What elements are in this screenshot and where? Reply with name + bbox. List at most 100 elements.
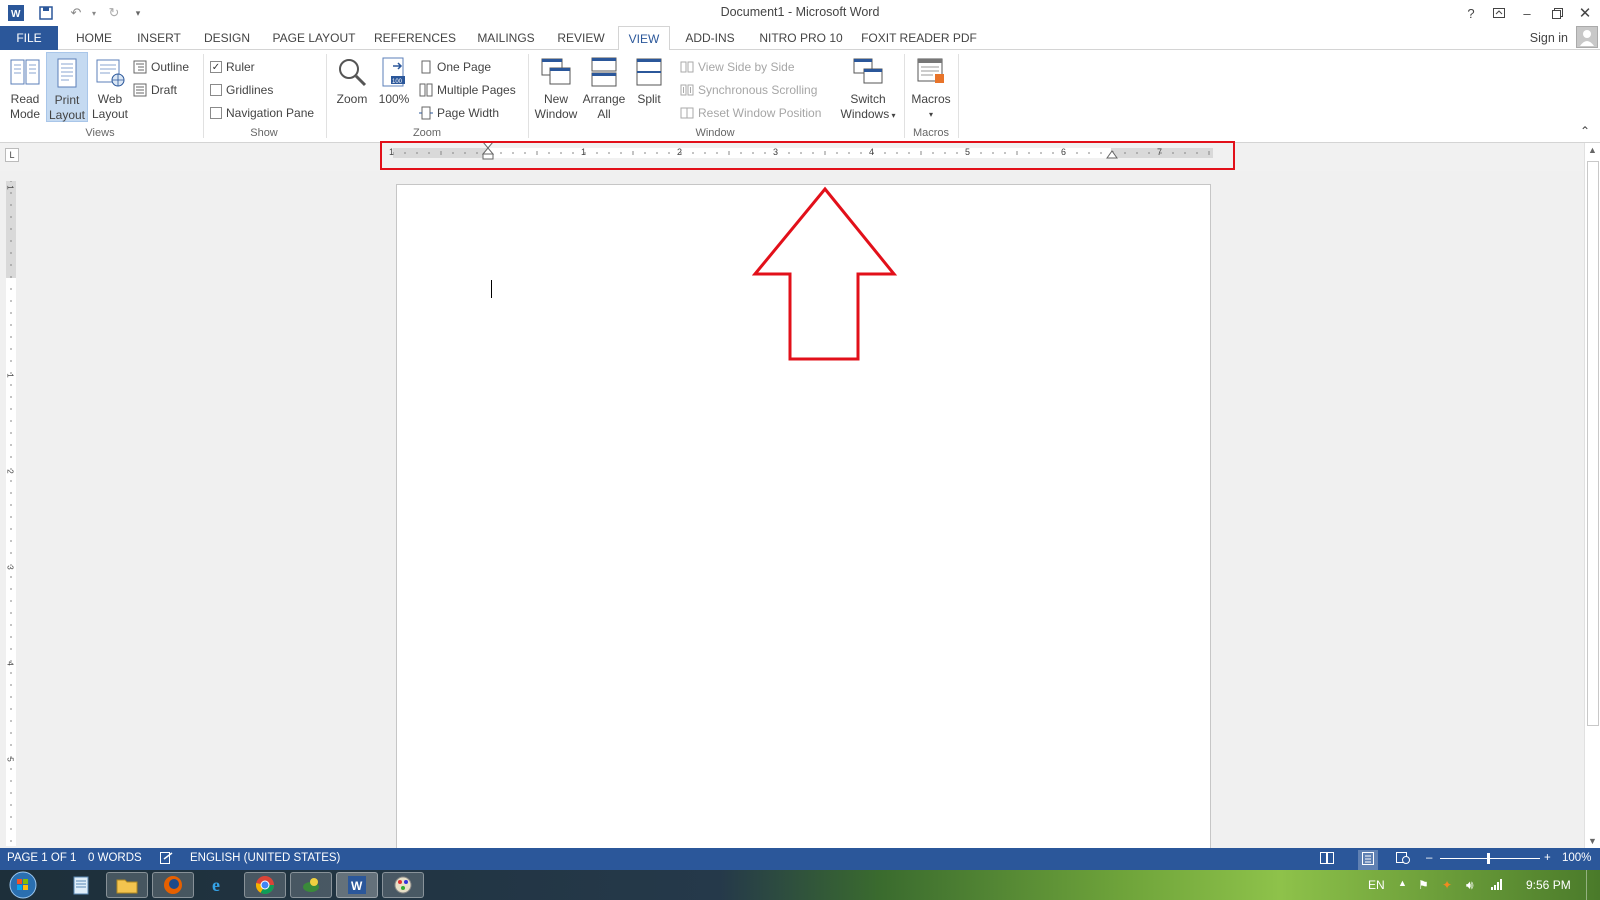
tab-references[interactable]: REFERENCES [372,26,458,50]
ribbon: Read Mode Print Layout Web Layout Outlin… [0,50,1600,143]
tab-page-layout[interactable]: PAGE LAYOUT [268,26,360,50]
group-separator [958,54,959,138]
zoom-slider-thumb[interactable] [1487,853,1490,864]
ruler-checkbox[interactable]: ✓ Ruler [210,57,255,77]
zoom-slider[interactable] [1440,858,1540,859]
zoom-in-icon[interactable]: + [1544,852,1551,864]
tab-view[interactable]: VIEW [618,26,670,51]
tray-app-icon[interactable]: ✦ [1442,878,1452,892]
print-layout-view-icon[interactable] [1358,850,1378,870]
title-bar: W ↶ ▾ ↻ ▾ Document1 - Microsoft Word ? –… [0,0,1600,26]
show-group-label: Show [250,127,278,139]
taskbar-notepad-icon[interactable] [60,872,102,898]
taskbar-word-icon[interactable]: W [336,872,378,898]
tab-design[interactable]: DESIGN [198,26,256,50]
tab-add-ins[interactable]: ADD-INS [680,26,740,50]
word-count[interactable]: 0 WORDS [88,852,142,864]
arrange-all-button[interactable]: Arrange All [580,52,628,122]
group-separator [326,54,327,138]
side-by-side-icon [680,60,694,74]
web-layout-button[interactable]: Web Layout [89,52,131,122]
taskbar-paint-icon[interactable] [382,872,424,898]
taskbar-app-icon[interactable] [290,872,332,898]
action-center-flag-icon[interactable]: ⚑ [1418,878,1429,892]
tab-nitro-pro[interactable]: NITRO PRO 10 [756,26,846,50]
tab-mailings[interactable]: MAILINGS [470,26,542,50]
vertical-scrollbar[interactable]: ▲ ▼ [1584,143,1600,848]
vruler-number: 5 [5,757,15,762]
language-indicator[interactable]: ENGLISH (UNITED STATES) [190,852,340,864]
proofing-icon[interactable] [160,852,173,867]
tab-foxit-reader-pdf[interactable]: FOXIT READER PDF [860,26,978,50]
page-width-icon [419,106,433,120]
collapse-ribbon-icon[interactable]: ⌃ [1580,124,1590,138]
page-count[interactable]: PAGE 1 OF 1 [7,852,76,864]
ribbon-display-options-icon[interactable] [1488,3,1510,23]
gridlines-checkbox[interactable]: Gridlines [210,80,273,100]
up-arrow-annotation-icon [752,186,898,361]
zoom-level[interactable]: 100% [1562,852,1591,864]
magnifier-icon [336,56,368,88]
tab-file[interactable]: FILE [0,26,58,50]
restore-icon[interactable] [1546,3,1568,23]
minimize-icon[interactable]: – [1516,3,1538,23]
input-language[interactable]: EN [1368,878,1385,892]
vertical-ruler[interactable]: 1 1 2 3 4 5 [6,181,16,846]
avatar[interactable] [1576,26,1598,48]
sign-in-link[interactable]: Sign in [1530,26,1568,50]
svg-text:100: 100 [392,79,403,85]
zoom-group-label: Zoom [412,127,442,139]
tab-selector-icon[interactable]: L [5,148,19,162]
tab-review[interactable]: REVIEW [552,26,610,50]
volume-icon[interactable]: 🔊︎ [1466,878,1474,893]
scroll-up-icon[interactable]: ▲ [1588,145,1597,155]
scroll-down-icon[interactable]: ▼ [1588,836,1597,846]
vruler-number: 1 [5,373,15,378]
tab-home[interactable]: HOME [66,26,122,50]
synchronous-scrolling-button[interactable]: Synchronous Scrolling [680,80,817,100]
taskbar-explorer-icon[interactable] [106,872,148,898]
taskbar-firefox-icon[interactable] [152,872,194,898]
help-icon[interactable]: ? [1460,3,1482,23]
text-cursor [491,280,492,298]
new-window-button[interactable]: New Window [532,52,580,122]
clock[interactable]: 9:56 PM [1526,878,1571,892]
view-side-by-side-button[interactable]: View Side by Side [680,57,795,77]
ribbon-tabs: FILE HOME INSERT DESIGN PAGE LAYOUT REFE… [0,26,1600,51]
outline-button[interactable]: Outline [133,57,189,77]
web-layout-view-icon[interactable] [1396,852,1410,867]
split-icon [633,56,665,88]
switch-windows-icon [852,56,884,88]
network-signal-icon[interactable] [1490,878,1504,893]
taskbar-chrome-icon[interactable] [244,872,286,898]
print-layout-button[interactable]: Print Layout [46,52,88,122]
zoom-out-icon[interactable]: – [1426,852,1432,864]
show-hidden-icons-icon[interactable]: ▲ [1398,878,1407,888]
one-page-button[interactable]: One Page [419,57,491,77]
start-button[interactable] [4,871,42,899]
group-separator [904,54,905,138]
reset-window-icon [680,106,694,120]
page-width-button[interactable]: Page Width [419,103,499,123]
taskbar-ie-icon[interactable]: e [198,872,240,898]
zoom-button[interactable]: Zoom [332,52,372,122]
tab-insert[interactable]: INSERT [130,26,188,50]
sync-scroll-icon [680,83,694,97]
scrollbar-thumb[interactable] [1587,161,1599,726]
draft-button[interactable]: Draft [133,80,177,100]
multiple-pages-button[interactable]: Multiple Pages [419,80,516,100]
reset-window-position-button[interactable]: Reset Window Position [680,103,821,123]
new-window-icon [540,56,572,88]
split-button[interactable]: Split [628,52,670,122]
close-icon[interactable]: ✕ [1574,3,1596,23]
views-group-label: Views [85,127,115,139]
read-mode-view-icon[interactable] [1320,852,1334,867]
read-mode-button[interactable]: Read Mode [4,52,46,122]
web-layout-icon [94,56,126,88]
macros-icon [915,56,947,88]
macros-button[interactable]: Macros ▾ [908,52,954,122]
navigation-pane-checkbox[interactable]: Navigation Pane [210,103,314,123]
show-desktop-button[interactable] [1586,870,1600,900]
switch-windows-button[interactable]: Switch Windows ▾ [838,52,898,122]
zoom-100-button[interactable]: 100 100% [374,52,414,122]
